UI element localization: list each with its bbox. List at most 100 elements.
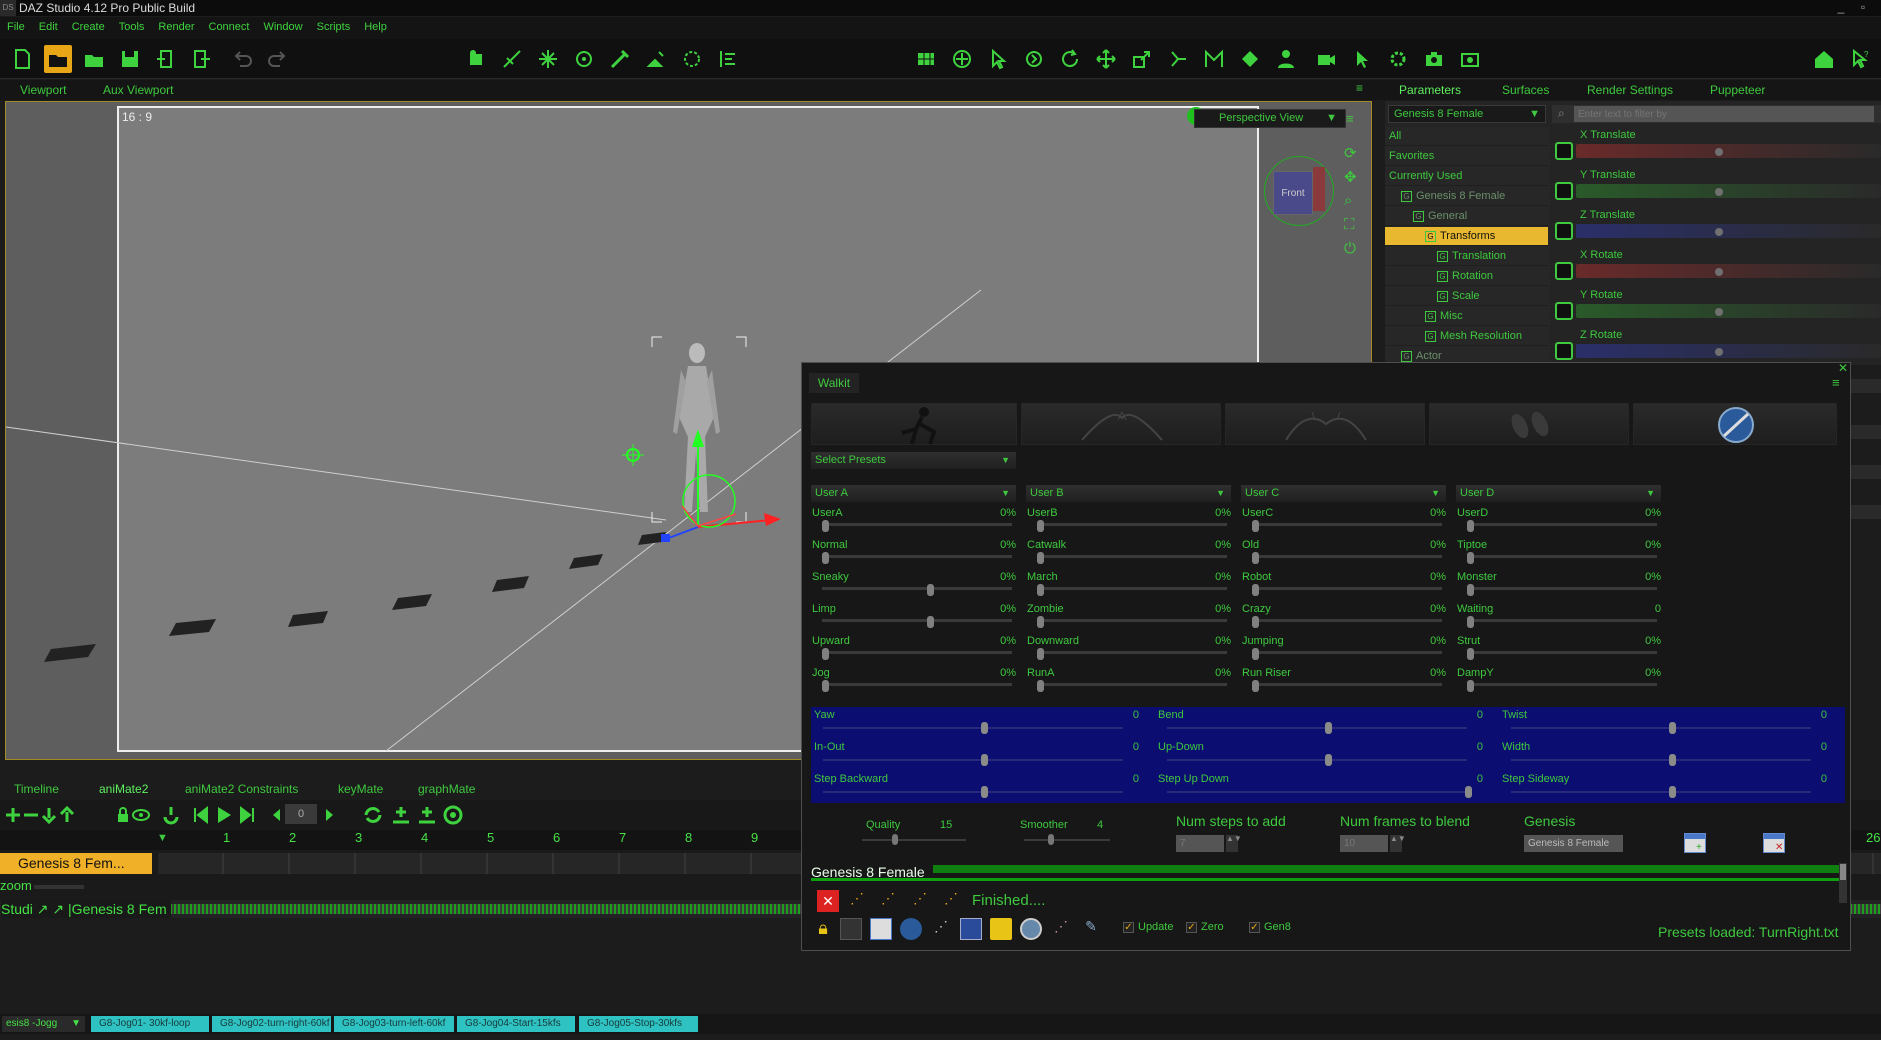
walk-style-slider[interactable]: DampY 0% [1455, 667, 1665, 699]
tab-render-settings[interactable]: Render Settings [1587, 83, 1673, 97]
walk-style-slider[interactable]: UserC 0% [1240, 507, 1450, 539]
globe-icon[interactable] [900, 918, 922, 940]
node-select[interactable]: Genesis 8 Female ▼ [1388, 105, 1546, 123]
user-preset-dropdown[interactable]: User D ▼ [1456, 485, 1661, 502]
walk-style-track[interactable] [1037, 587, 1227, 590]
clip-item[interactable]: G8-Jog05-Stop-30kfs [579, 1016, 698, 1032]
step-adjust-slider[interactable]: Up-Down 0 [1155, 739, 1487, 771]
node-weight-icon[interactable] [1236, 45, 1264, 73]
loop-icon[interactable] [160, 804, 182, 826]
walk-style-knob[interactable] [1037, 552, 1044, 564]
num-steps-input[interactable]: 7 [1176, 835, 1224, 852]
add-key-icon[interactable] [390, 804, 412, 826]
figure-track-label[interactable]: Genesis 8 Fem... [0, 853, 152, 874]
footsteps-tool-icon[interactable]: ⋰ [930, 918, 952, 940]
tab-animate2-constraints[interactable]: aniMate2 Constraints [185, 782, 298, 796]
menu-tools[interactable]: Tools [112, 17, 152, 37]
smoother-slider[interactable] [1024, 834, 1110, 845]
frame-icon[interactable]: ⛶ [1344, 216, 1355, 233]
num-frames-spin-icon[interactable]: ▲▼ [1390, 835, 1406, 852]
quality-slider-knob[interactable] [892, 834, 898, 845]
joint-editor-icon[interactable] [498, 45, 526, 73]
walk-style-slider[interactable]: Jumping 0% [1240, 635, 1450, 667]
step-adjust-slider[interactable]: Step Backward 0 [811, 771, 1143, 803]
walk-icon[interactable] [811, 403, 1017, 445]
property-slider[interactable]: Y Rotate [1552, 287, 1881, 327]
smoother-slider-knob[interactable] [1048, 834, 1054, 845]
property-slider[interactable]: X Translate [1552, 127, 1881, 167]
tree-item[interactable]: G General [1385, 207, 1548, 226]
reset-view-icon[interactable]: ⏻ [1344, 240, 1356, 257]
zoom-control[interactable]: zoom [0, 878, 160, 893]
walk-style-slider[interactable]: UserD 0% [1455, 507, 1665, 539]
redo-icon[interactable] [264, 45, 292, 73]
tools-icon[interactable]: ✎ [1080, 918, 1102, 940]
menu-scripts[interactable]: Scripts [310, 17, 358, 37]
step-adjust-knob[interactable] [981, 754, 988, 766]
rotate-icon[interactable] [1555, 302, 1573, 320]
stop-icon[interactable]: ✕ [817, 890, 839, 912]
joint-rotate-icon[interactable] [1164, 45, 1192, 73]
keyboard-icon[interactable] [840, 918, 862, 940]
walk-style-slider[interactable]: Old 0% [1240, 539, 1450, 571]
walk-style-slider[interactable]: Downward 0% [1025, 635, 1235, 667]
render-icon[interactable] [1420, 45, 1448, 73]
last-frame-icon[interactable] [236, 804, 258, 826]
filter-input[interactable] [1574, 106, 1874, 122]
undo-icon[interactable] [228, 45, 256, 73]
tab-graphmate[interactable]: graphMate [418, 782, 475, 796]
menu-help[interactable]: Help [357, 17, 394, 37]
camera-snapshot-icon[interactable] [1456, 45, 1484, 73]
walk-style-track[interactable] [1252, 555, 1442, 558]
tree-item[interactable]: G Scale [1385, 287, 1548, 306]
property-slider-knob[interactable] [1715, 228, 1723, 236]
node-selection-tool-icon[interactable] [462, 45, 490, 73]
walk-style-slider[interactable]: UserA 0% [810, 507, 1020, 539]
home-icon[interactable] [1810, 45, 1838, 73]
close-icon[interactable]: ✕ [1838, 363, 1848, 375]
morph-tool-icon[interactable] [1200, 45, 1228, 73]
pan-icon[interactable]: ✥ [1344, 168, 1357, 186]
tweak-tool-icon[interactable] [606, 45, 634, 73]
open-scene-icon[interactable] [44, 45, 72, 73]
camera-tool-icon[interactable] [1312, 45, 1340, 73]
surface-selection-icon[interactable] [642, 45, 670, 73]
walk-style-track[interactable] [1467, 651, 1657, 654]
tree-item[interactable]: G Translation [1385, 247, 1548, 266]
menu-window[interactable]: Window [256, 17, 309, 37]
tab-parameters[interactable]: Parameters [1399, 83, 1461, 97]
gen8-checkbox[interactable]: ✓ Gen8 [1249, 921, 1291, 933]
tree-item[interactable]: G Genesis 8 Female [1385, 187, 1548, 206]
export-icon[interactable] [188, 45, 216, 73]
walk-style-knob[interactable] [1037, 584, 1044, 596]
render-settings-icon[interactable] [1384, 45, 1412, 73]
rotate-icon[interactable] [1555, 262, 1573, 280]
step-adjust-slider[interactable]: Bend 0 [1155, 707, 1487, 739]
settings-sphere-icon[interactable] [1633, 403, 1837, 445]
multi-path-icon[interactable] [1225, 403, 1425, 445]
zero-checkbox[interactable]: ✓ Zero [1186, 921, 1224, 933]
property-slider[interactable]: X Rotate [1552, 247, 1881, 287]
delete-preset-icon[interactable]: ✕ [1763, 833, 1785, 853]
tree-item[interactable]: G Rotation [1385, 267, 1548, 286]
log-scrollbar[interactable] [1839, 863, 1847, 903]
target-icon[interactable] [442, 804, 464, 826]
walk-style-track[interactable] [1252, 523, 1442, 526]
walk-style-slider[interactable]: Upward 0% [810, 635, 1020, 667]
property-slider-track[interactable] [1576, 184, 1881, 198]
walk-style-knob[interactable] [1467, 552, 1474, 564]
clock-icon[interactable] [1020, 918, 1042, 940]
walk-style-knob[interactable] [1037, 520, 1044, 532]
maximize-icon[interactable]: ▫ [1852, 0, 1874, 14]
insert-key-icon[interactable] [416, 804, 438, 826]
step-adjust-track[interactable] [823, 791, 1123, 793]
scale-tool-icon[interactable] [1128, 45, 1156, 73]
property-slider-knob[interactable] [1715, 268, 1723, 276]
tree-item[interactable]: G Mesh Resolution [1385, 327, 1548, 346]
walk-style-slider[interactable]: UserB 0% [1025, 507, 1235, 539]
genesis-select[interactable]: Genesis 8 Female [1524, 835, 1623, 852]
walk-style-slider[interactable]: Waiting 0 [1455, 603, 1665, 635]
merge-scene-icon[interactable] [80, 45, 108, 73]
walk-style-knob[interactable] [1467, 584, 1474, 596]
select-presets-dropdown[interactable]: Select Presets ▼ [811, 452, 1016, 469]
